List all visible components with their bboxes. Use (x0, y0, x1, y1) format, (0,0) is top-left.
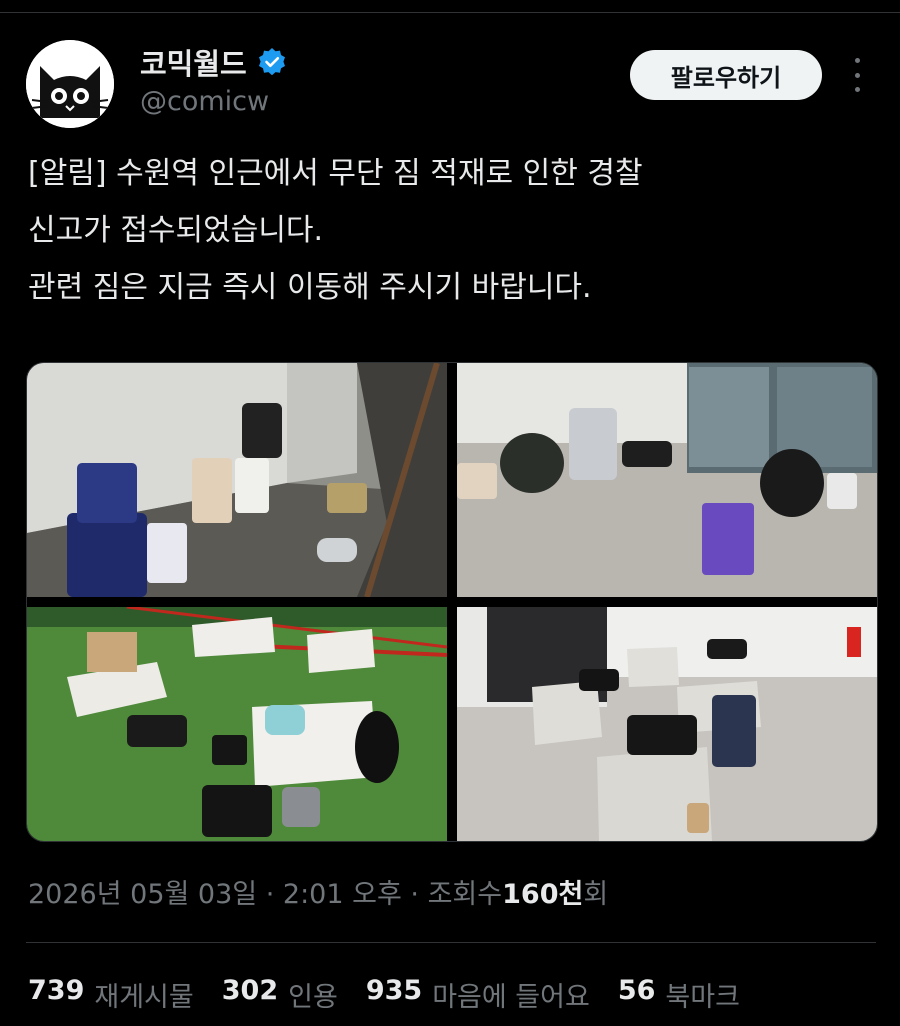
tweet-text-line: 신고가 접수되었습니다. (28, 213, 324, 248)
tweet-meta: 2026년 05월 03일 · 2:01 오후 · 조회수160천회 (28, 872, 608, 911)
quotes-stat[interactable]: 302 인용 (222, 975, 338, 1014)
verified-badge-icon (258, 48, 285, 76)
photo-bags-concrete-benches[interactable] (457, 607, 877, 841)
tweet-date[interactable]: 2026년 05월 03일 (28, 879, 257, 910)
bookmarks-count: 56 (617, 975, 656, 1006)
meta-separator: · (265, 879, 275, 910)
black-cat-icon (26, 40, 114, 128)
more-options-icon[interactable] (846, 58, 868, 92)
likes-label: 마음에 들어요 (432, 982, 590, 1013)
author-handle[interactable]: @comicw (140, 86, 269, 117)
views-suffix: 회 (583, 879, 609, 910)
views-count: 160천 (502, 879, 584, 910)
author-name-row[interactable]: 코믹월드 (140, 42, 287, 82)
engagement-stats: 739 재게시물 302 인용 935 마음에 들어요 56 북마크 (28, 975, 740, 1014)
photo-luggage-stairwell[interactable] (27, 363, 447, 597)
tweet-time[interactable]: 2:01 오후 (283, 879, 402, 910)
quotes-count: 302 (221, 975, 279, 1006)
reposts-stat[interactable]: 739 재게시물 (28, 975, 194, 1014)
meta-separator: · (410, 879, 419, 910)
author-display-name[interactable]: 코믹월드 (140, 41, 247, 83)
quotes-label: 인용 (288, 982, 338, 1013)
reposts-count: 739 (28, 975, 85, 1006)
likes-count: 935 (365, 975, 423, 1006)
top-divider (0, 12, 900, 13)
views-label: 조회수 (427, 879, 503, 910)
tweet-detail-page: 코믹월드 @comicw 팔로우하기 [알림] 수원역 인근에서 무단 짐 적재… (0, 0, 900, 1026)
bookmarks-stat[interactable]: 56 북마크 (618, 975, 740, 1014)
bookmarks-label: 북마크 (665, 982, 740, 1013)
likes-stat[interactable]: 935 마음에 들어요 (366, 975, 590, 1014)
photo-bags-tile-floor[interactable] (457, 363, 877, 597)
photo-bags-turf[interactable] (27, 607, 447, 841)
media-grid (26, 362, 878, 842)
avatar[interactable] (26, 40, 114, 128)
tweet-text-line: 관련 짐은 지금 즉시 이동해 주시기 바랍니다. (28, 270, 592, 305)
tweet-text-line: [알림] 수원역 인근에서 무단 짐 적재로 인한 경찰 (28, 156, 643, 191)
reposts-label: 재게시물 (94, 982, 194, 1013)
follow-button[interactable]: 팔로우하기 (630, 50, 822, 100)
stats-divider (26, 942, 876, 943)
tweet-text: [알림] 수원역 인근에서 무단 짐 적재로 인한 경찰 신고가 접수되었습니다… (28, 145, 878, 316)
